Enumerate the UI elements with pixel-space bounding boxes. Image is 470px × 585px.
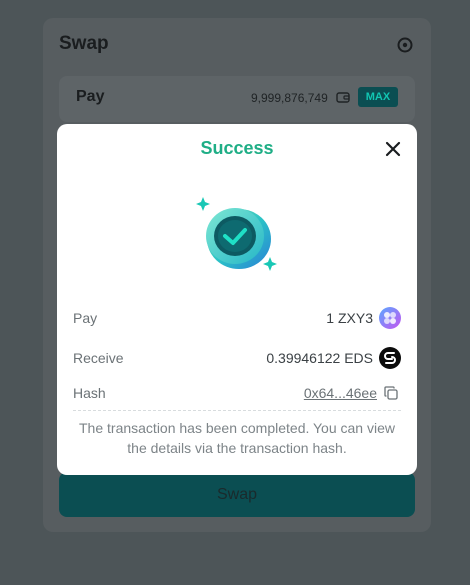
receive-row: Receive 0.39946122 EDS bbox=[73, 346, 401, 370]
swap-button[interactable]: Swap bbox=[59, 472, 415, 517]
copy-icon[interactable] bbox=[384, 386, 398, 400]
balance-text: 9,999,876,749 bbox=[251, 91, 328, 105]
success-check-icon bbox=[196, 197, 277, 271]
eds-token-icon bbox=[379, 347, 401, 369]
settings-icon[interactable] bbox=[396, 36, 414, 54]
success-modal: Success Pay 1 ZXY3 Receive 0.39946122 ED… bbox=[57, 124, 417, 475]
pay-row: Pay 1 ZXY3 bbox=[73, 306, 401, 330]
divider bbox=[73, 410, 401, 411]
receive-row-value: 0.39946122 EDS bbox=[266, 350, 373, 366]
transaction-hash-link[interactable]: 0x64...46ee bbox=[304, 385, 377, 401]
pay-row-label: Pay bbox=[73, 310, 98, 326]
hash-row-label: Hash bbox=[73, 385, 106, 401]
hash-row: Hash 0x64...46ee bbox=[73, 381, 401, 405]
wallet-icon bbox=[336, 92, 350, 103]
pay-input-box[interactable]: Pay 9,999,876,749 MAX bbox=[59, 76, 415, 122]
swap-title: Swap bbox=[59, 33, 109, 54]
max-button[interactable]: MAX bbox=[358, 87, 398, 107]
close-icon[interactable] bbox=[383, 139, 403, 159]
success-note: The transaction has been completed. You … bbox=[79, 420, 395, 456]
pay-row-value: 1 ZXY3 bbox=[326, 310, 373, 326]
modal-title: Success bbox=[200, 138, 274, 158]
receive-row-label: Receive bbox=[73, 350, 124, 366]
pay-label: Pay bbox=[76, 88, 105, 105]
zxy3-token-icon bbox=[379, 307, 401, 329]
